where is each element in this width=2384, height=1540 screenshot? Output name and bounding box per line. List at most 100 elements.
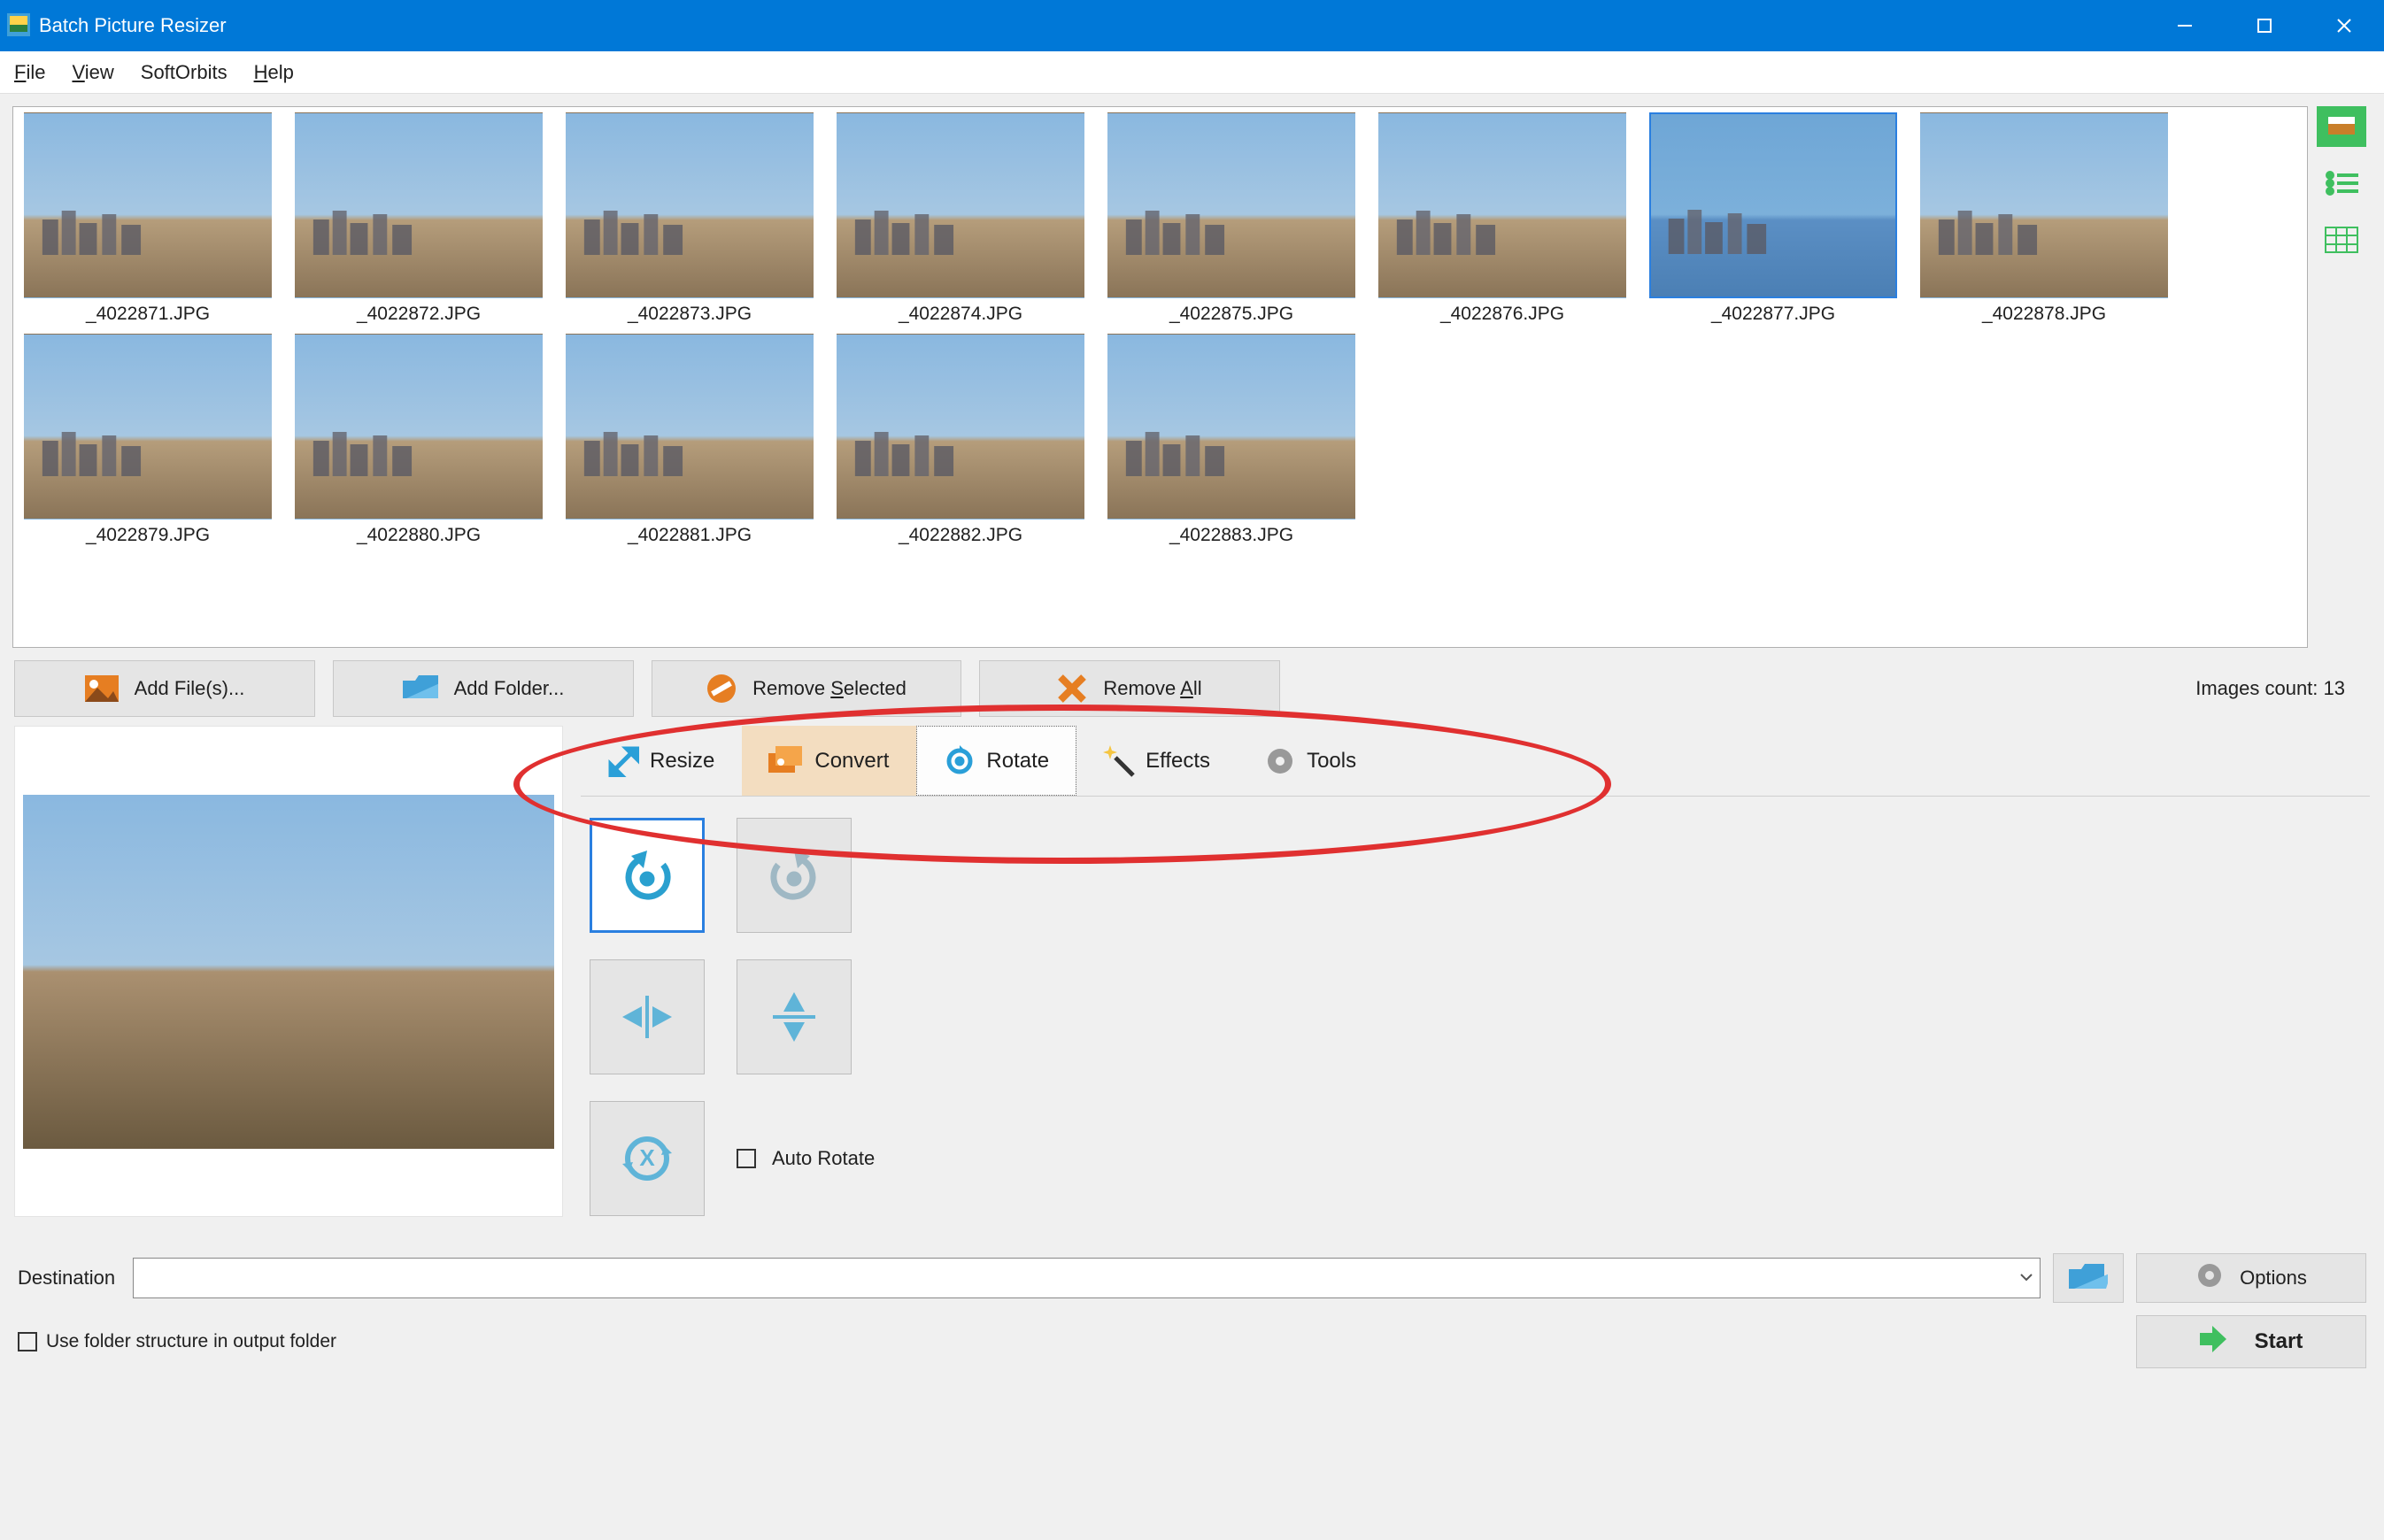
rotate-tools-panel: X Auto Rotate <box>581 797 2370 1237</box>
thumbnail-image <box>295 334 543 520</box>
tab-resize[interactable]: Resize <box>581 726 742 796</box>
browse-button[interactable] <box>2053 1253 2124 1303</box>
thumbnail-image <box>24 334 272 520</box>
title-bar: Batch Picture Resizer <box>0 0 2384 51</box>
auto-rotate-checkbox[interactable] <box>737 1149 756 1168</box>
thumbnail-item[interactable]: _4022874.JPG <box>831 112 1090 325</box>
thumbnail-item[interactable]: _4022875.JPG <box>1102 112 1361 325</box>
tab-rotate-label: Rotate <box>986 749 1049 774</box>
folder-open-icon <box>2069 1262 2108 1295</box>
thumbnail-label: _4022874.JPG <box>831 304 1090 325</box>
thumbnail-item[interactable]: _4022880.JPG <box>289 334 548 546</box>
thumbnail-image <box>1107 334 1355 520</box>
remove-selected-label: Remove Selected <box>752 677 907 700</box>
thumbnail-item[interactable]: _4022881.JPG <box>560 334 819 546</box>
tab-effects-label: Effects <box>1146 749 1210 774</box>
thumbnail-label: _4022875.JPG <box>1102 304 1361 325</box>
thumbnail-item[interactable]: _4022877.JPG <box>1644 112 1902 325</box>
tab-rotate[interactable]: Rotate <box>916 726 1076 796</box>
thumbnail-label: _4022883.JPG <box>1102 525 1361 546</box>
tab-tools-label: Tools <box>1307 749 1356 774</box>
view-switcher <box>2317 106 2373 653</box>
minimize-button[interactable] <box>2145 0 2225 51</box>
thumbnail-item[interactable]: _4022873.JPG <box>560 112 819 325</box>
thumbnail-label: _4022879.JPG <box>19 525 277 546</box>
tab-convert[interactable]: Convert <box>742 726 916 796</box>
destination-field[interactable] <box>133 1258 2041 1298</box>
chevron-down-icon[interactable] <box>2018 1269 2034 1288</box>
thumbnail-image <box>24 112 272 298</box>
details-view-button[interactable] <box>2317 219 2366 260</box>
maximize-button[interactable] <box>2225 0 2304 51</box>
file-toolbar: Add File(s)... Add Folder... Remove Sele… <box>0 653 2384 726</box>
preview-image <box>23 795 554 1149</box>
play-icon <box>2200 1326 2235 1359</box>
menu-softorbits[interactable]: SoftOrbits <box>141 61 228 84</box>
wand-icon <box>1103 745 1135 777</box>
flip-vertical-button[interactable] <box>737 959 852 1074</box>
tab-tools[interactable]: Tools <box>1238 726 1384 796</box>
thumbnail-view-button[interactable] <box>2317 106 2366 147</box>
folder-structure-checkbox[interactable] <box>18 1332 37 1351</box>
svg-text:X: X <box>639 1144 655 1171</box>
thumbnail-label: _4022882.JPG <box>831 525 1090 546</box>
thumbnail-item[interactable]: _4022872.JPG <box>289 112 548 325</box>
menu-help[interactable]: Help <box>254 61 294 84</box>
picture-icon <box>85 675 119 702</box>
bottom-bar: Destination Options Use folder structure… <box>0 1237 2384 1384</box>
rotate-cw-button[interactable] <box>737 818 852 933</box>
thumbnail-image <box>1920 112 2168 298</box>
thumbnail-image <box>1649 112 1897 298</box>
convert-icon <box>768 746 804 776</box>
thumbnail-image <box>295 112 543 298</box>
thumbnail-image <box>1107 112 1355 298</box>
tab-effects[interactable]: Effects <box>1076 726 1238 796</box>
add-files-label: Add File(s)... <box>135 677 245 700</box>
folder-structure-label: Use folder structure in output folder <box>46 1331 336 1352</box>
thumbnail-label: _4022877.JPG <box>1644 304 1902 325</box>
remove-selected-button[interactable]: Remove Selected <box>652 660 961 717</box>
flip-horizontal-button[interactable] <box>590 959 705 1074</box>
app-icon <box>7 13 30 39</box>
x-icon <box>1057 674 1087 704</box>
thumbnail-image <box>837 334 1084 520</box>
thumbnail-item[interactable]: _4022879.JPG <box>19 334 277 546</box>
gear-icon <box>2195 1261 2224 1295</box>
thumbnail-image <box>566 112 814 298</box>
start-label: Start <box>2255 1329 2303 1354</box>
start-button[interactable]: Start <box>2136 1315 2366 1368</box>
preview-pane <box>14 726 563 1217</box>
tab-resize-label: Resize <box>650 749 714 774</box>
auto-rotate-label: Auto Rotate <box>772 1147 875 1170</box>
thumbnail-item[interactable]: _4022876.JPG <box>1373 112 1632 325</box>
menu-view[interactable]: View <box>72 61 113 84</box>
remove-all-button[interactable]: Remove All <box>979 660 1280 717</box>
app-title: Batch Picture Resizer <box>39 14 227 37</box>
add-folder-button[interactable]: Add Folder... <box>333 660 634 717</box>
thumbnail-label: _4022872.JPG <box>289 304 548 325</box>
thumbnail-item[interactable]: _4022883.JPG <box>1102 334 1361 546</box>
options-button[interactable]: Options <box>2136 1253 2366 1303</box>
options-label: Options <box>2240 1267 2307 1290</box>
folder-icon <box>403 675 438 702</box>
thumbnail-image <box>837 112 1084 298</box>
add-files-button[interactable]: Add File(s)... <box>14 660 315 717</box>
close-button[interactable] <box>2304 0 2384 51</box>
auto-rotate-toggle-button[interactable]: X <box>590 1101 705 1216</box>
remove-all-label: Remove All <box>1103 677 1201 700</box>
thumbnail-item[interactable]: _4022871.JPG <box>19 112 277 325</box>
thumbnail-item[interactable]: _4022882.JPG <box>831 334 1090 546</box>
thumbnail-label: _4022876.JPG <box>1373 304 1632 325</box>
menu-file[interactable]: File <box>14 61 45 84</box>
thumbnail-label: _4022873.JPG <box>560 304 819 325</box>
resize-icon <box>607 745 639 777</box>
list-view-button[interactable] <box>2317 163 2366 204</box>
rotate-ccw-button[interactable] <box>590 818 705 933</box>
destination-label: Destination <box>18 1267 115 1290</box>
thumbnail-item[interactable]: _4022878.JPG <box>1915 112 2173 325</box>
menu-bar: File View SoftOrbits Help <box>0 51 2384 94</box>
tab-strip: Resize Convert Rotate Effects Tools <box>581 726 2370 797</box>
forbidden-icon <box>706 674 737 704</box>
gear-icon <box>1264 745 1296 777</box>
thumbnail-image <box>566 334 814 520</box>
